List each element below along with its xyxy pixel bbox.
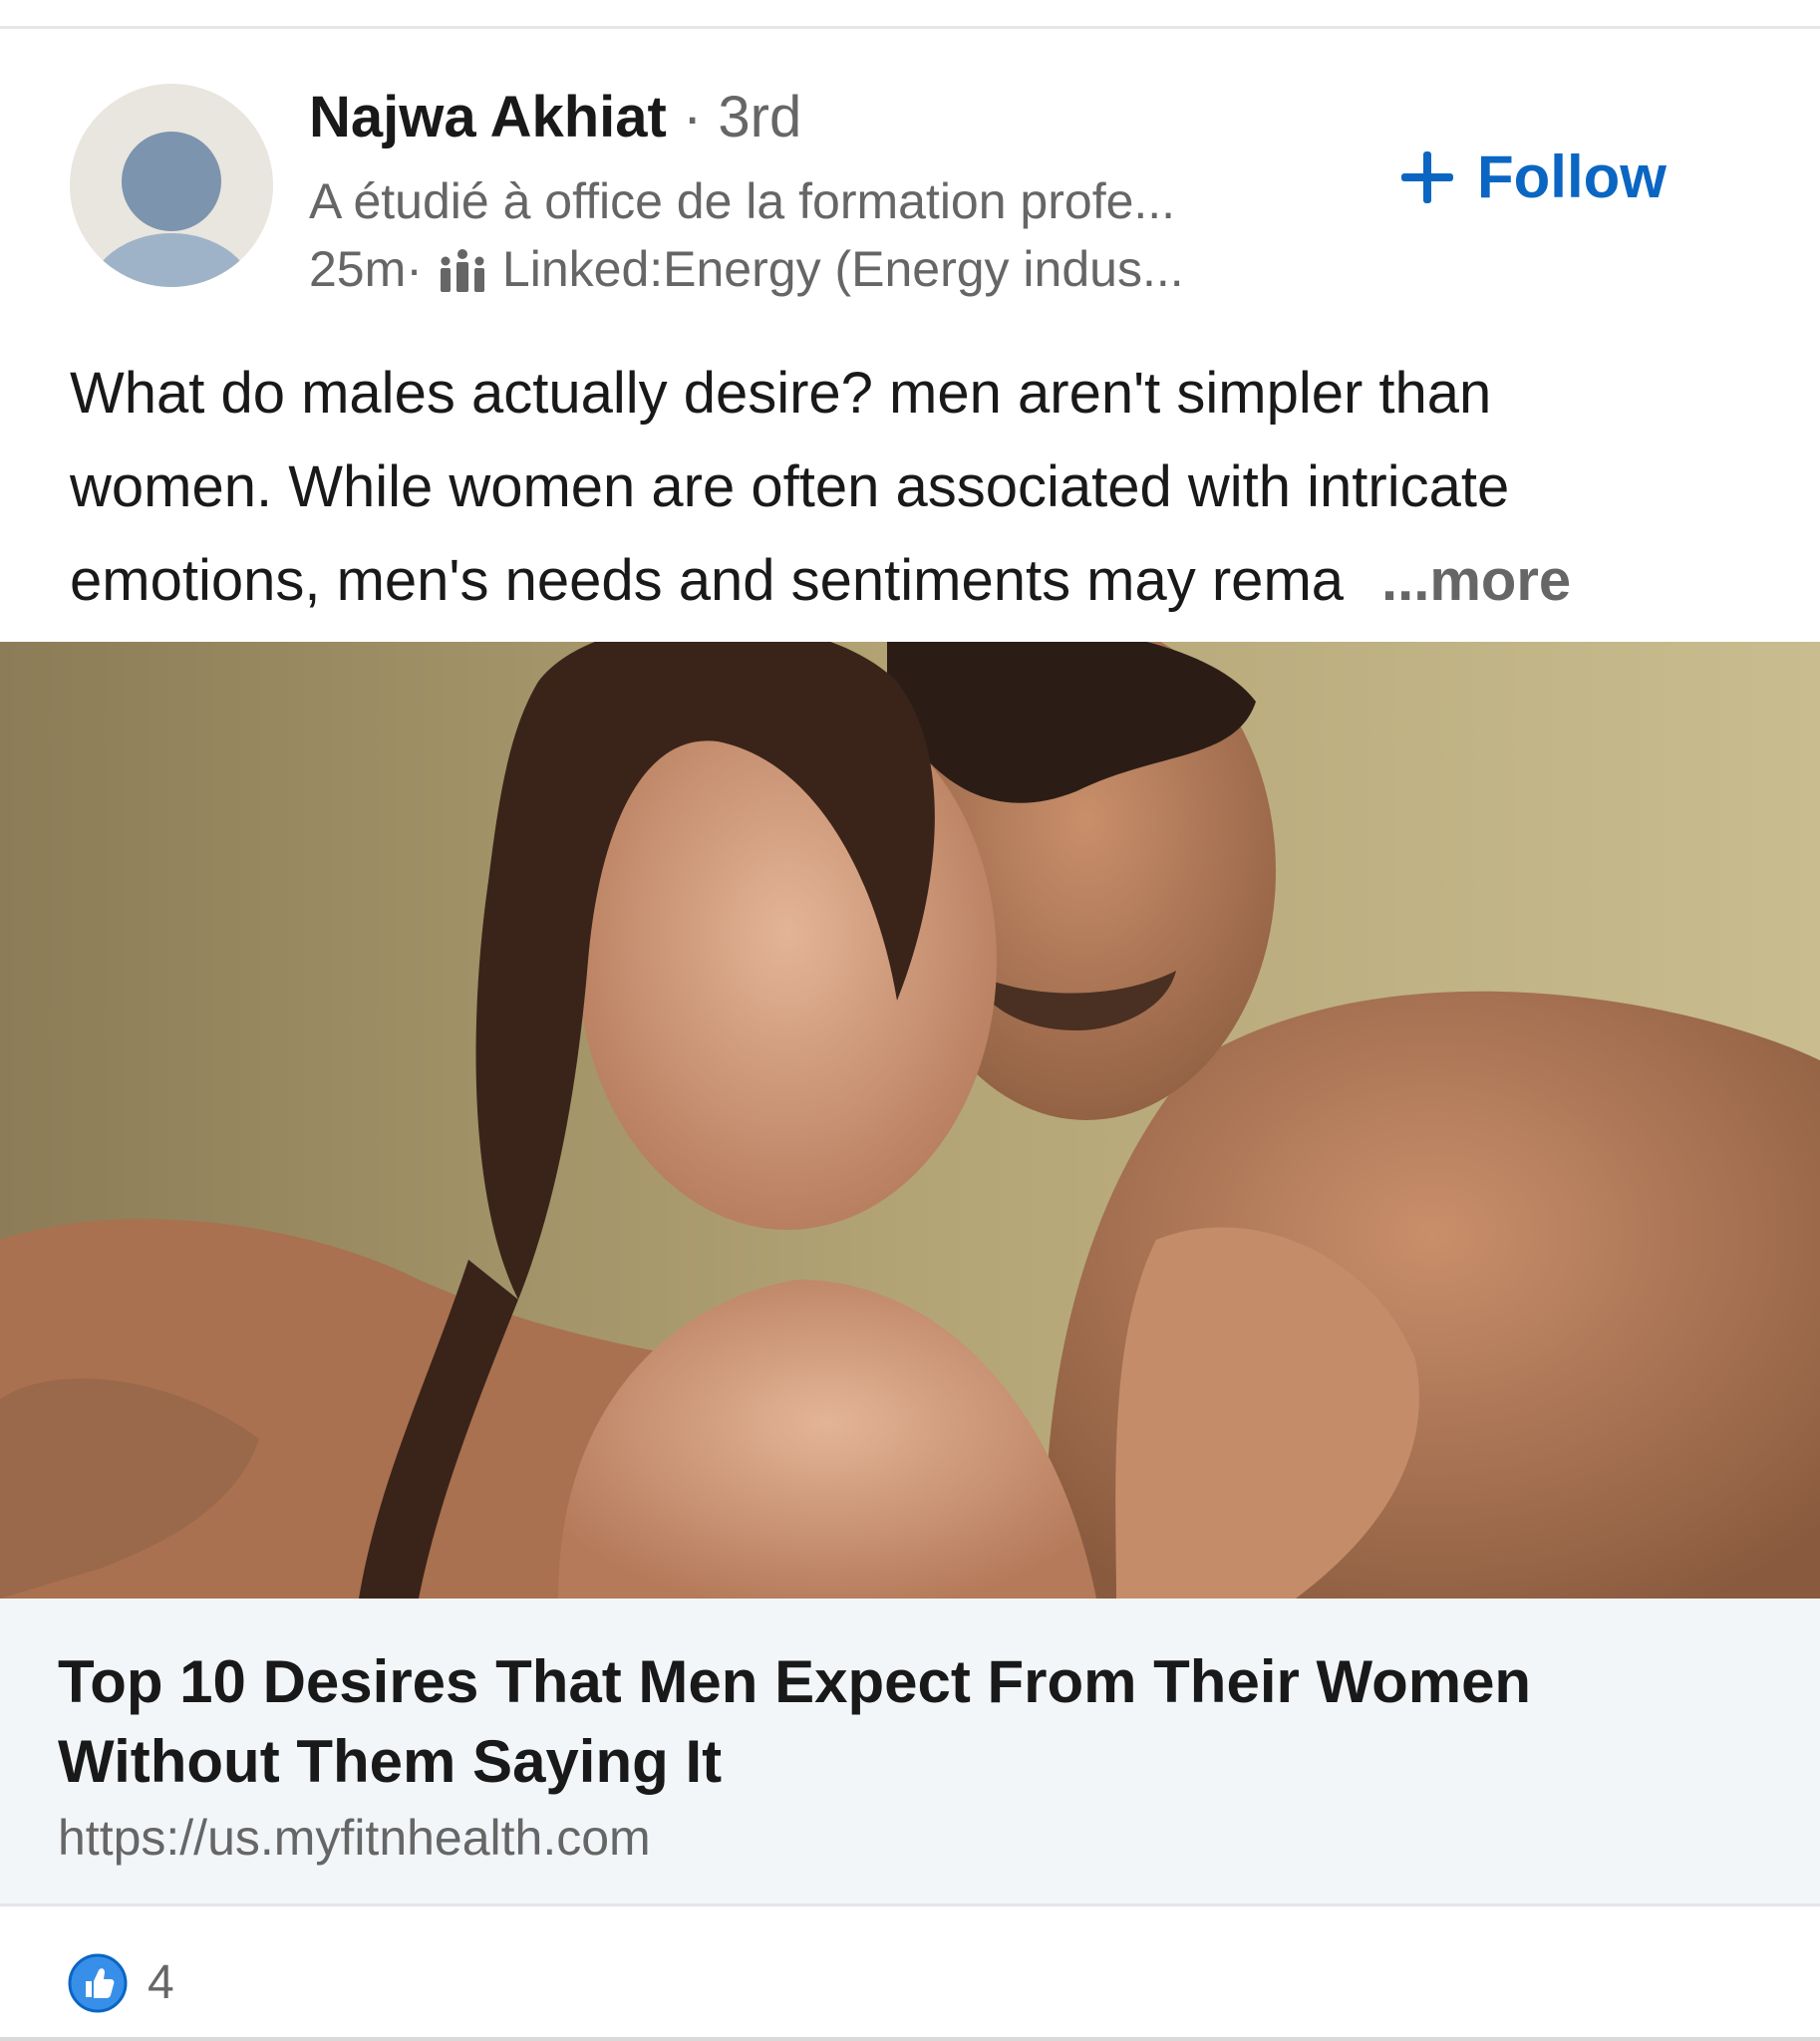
degree-separator: · [666,85,719,149]
post-meta: 25m · Linked:Energy (Energy indus... [309,237,1326,301]
post-text-line: women. While women are often associated … [70,454,1510,519]
post-group[interactable]: Linked:Energy (Energy indus... [502,237,1184,301]
post-text-line: What do males actually desire? men aren'… [70,361,1492,426]
top-divider [0,26,1820,29]
connection-degree: 3rd [718,85,802,149]
plus-icon [1399,149,1455,205]
post-text: What do males actually desire? men aren'… [70,347,1764,628]
reactions-summary[interactable]: 4 [68,1953,174,2013]
avatar-shoulders [88,233,255,287]
link-preview-card[interactable]: Top 10 Desires That Men Expect From Thei… [0,1599,1820,1906]
link-card-url: https://us.myfitnhealth.com [58,1810,651,1866]
author-headline: A étudié à office de la formation profe.… [309,173,1176,229]
post-image[interactable] [0,642,1820,1599]
post-image-illustration [0,642,1820,1599]
reaction-count: 4 [148,1956,174,2009]
meta-separator: · [406,241,423,297]
see-more-link[interactable]: ...more [1381,548,1571,613]
author-line: Najwa Akhiat · 3rd [309,82,801,153]
like-icon [68,1953,128,2013]
group-people-icon [437,245,488,293]
post-text-line: emotions, men's needs and sentiments may… [70,534,1764,628]
author-avatar[interactable] [70,84,273,287]
follow-label: Follow [1477,144,1667,210]
link-card-title: Top 10 Desires That Men Expect From Thei… [58,1648,1532,1795]
post-text-line-content: emotions, men's needs and sentiments may… [70,548,1345,613]
author-name[interactable]: Najwa Akhiat [309,85,667,149]
bottom-divider [0,2037,1820,2041]
post-time: 25m [309,241,407,297]
follow-button[interactable]: Follow [1399,142,1667,213]
avatar-head [122,132,221,231]
